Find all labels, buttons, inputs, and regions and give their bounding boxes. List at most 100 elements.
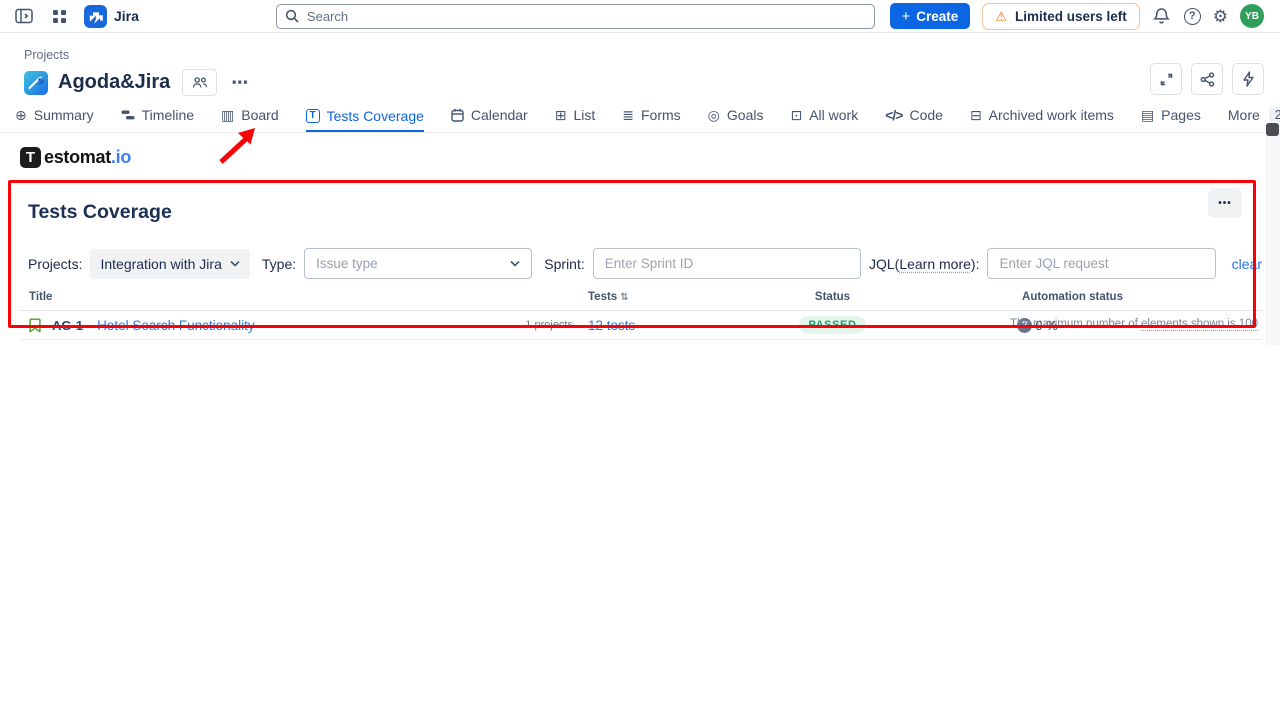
calendar-icon bbox=[451, 108, 464, 122]
jira-home-link[interactable]: Jira bbox=[84, 5, 139, 28]
testomat-logo-tld: .io bbox=[111, 147, 131, 167]
warning-icon: ⚠ bbox=[995, 10, 1007, 23]
timeline-icon bbox=[121, 109, 135, 121]
jql-filter-label: JQL(Learn more): bbox=[869, 256, 980, 272]
issue-type-placeholder: Issue type bbox=[316, 256, 378, 271]
tab-forms[interactable]: ≣ Forms bbox=[622, 107, 680, 132]
tab-list[interactable]: ⊞ List bbox=[555, 107, 596, 132]
sort-icon: ⇅ bbox=[620, 292, 628, 303]
panel-more-button[interactable]: ••• bbox=[1208, 188, 1242, 218]
tab-summary[interactable]: ⊕ Summary bbox=[15, 107, 94, 132]
help-icon[interactable]: ? bbox=[1184, 8, 1201, 25]
projects-filter-label: Projects: bbox=[28, 256, 82, 272]
issue-type-select[interactable]: Issue type bbox=[304, 248, 532, 279]
sprint-input[interactable] bbox=[593, 248, 861, 279]
issue-title-link[interactable]: Hotel Search Functionality bbox=[97, 318, 255, 333]
page-title-project: Agoda&Jira bbox=[58, 71, 170, 94]
bookmark-icon bbox=[29, 318, 41, 333]
list-icon: ⊞ bbox=[555, 108, 567, 122]
column-header-status: Status bbox=[725, 291, 940, 303]
all-work-icon: ⊡ bbox=[790, 108, 802, 122]
code-icon: </> bbox=[885, 108, 902, 122]
share-icon bbox=[1200, 72, 1215, 87]
projects-dropdown[interactable]: Integration with Jira bbox=[90, 249, 249, 279]
expand-button[interactable] bbox=[1150, 63, 1182, 95]
people-icon bbox=[192, 76, 208, 89]
iframe-scrollbar-thumb[interactable] bbox=[1266, 123, 1279, 136]
tests-cell: 12 tests bbox=[575, 318, 725, 333]
limited-users-label: Limited users left bbox=[1015, 9, 1127, 24]
automation-button[interactable] bbox=[1232, 63, 1264, 95]
tab-timeline[interactable]: Timeline bbox=[121, 107, 194, 132]
column-header-automation-status: Automation status bbox=[940, 291, 1205, 303]
chevron-down-icon bbox=[230, 260, 240, 267]
status-badge: PASSED bbox=[799, 316, 865, 334]
testomat-logo-icon: T bbox=[20, 147, 41, 168]
tab-tests-coverage[interactable]: T Tests Coverage bbox=[306, 108, 424, 133]
app-name: Jira bbox=[114, 8, 139, 24]
testomat-logo: T estomat.io bbox=[20, 147, 131, 168]
tab-code[interactable]: </> Code bbox=[885, 107, 943, 132]
projects-dropdown-value: Integration with Jira bbox=[100, 256, 221, 272]
tab-all-work[interactable]: ⊡ All work bbox=[790, 107, 858, 132]
panel-title: Tests Coverage bbox=[28, 201, 1280, 224]
app-switcher-icon[interactable] bbox=[49, 6, 69, 26]
column-header-tests[interactable]: Tests⇅ bbox=[575, 291, 725, 303]
type-filter-label: Type: bbox=[262, 256, 296, 272]
project-more-icon[interactable]: ⋯ bbox=[227, 73, 253, 93]
automation-percent: 0 % bbox=[1035, 318, 1057, 333]
iframe-scrollbar-track[interactable] bbox=[1265, 122, 1280, 345]
tests-count-link[interactable]: 12 tests bbox=[588, 318, 635, 333]
create-button[interactable]: + Create bbox=[890, 3, 971, 29]
archive-icon: ⊟ bbox=[970, 108, 982, 122]
plus-icon: + bbox=[902, 9, 911, 24]
topbar-right-group: + Create ⚠ Limited users left ? ⚙ YB bbox=[890, 3, 1264, 30]
notifications-bell-icon[interactable] bbox=[1152, 6, 1172, 26]
sidebar-toggle-icon[interactable] bbox=[14, 6, 34, 26]
tab-archived-work-items[interactable]: ⊟ Archived work items bbox=[970, 107, 1114, 132]
projects-count: 1 projects bbox=[525, 319, 573, 331]
testomat-app-header: T estomat.io bbox=[0, 133, 1280, 168]
project-members-button[interactable] bbox=[182, 69, 217, 96]
more-count-badge: 2 bbox=[1269, 107, 1280, 123]
settings-gear-icon[interactable]: ⚙ bbox=[1213, 8, 1228, 25]
sprint-filter-label: Sprint: bbox=[544, 256, 584, 272]
tab-pages[interactable]: ▤ Pages bbox=[1141, 107, 1201, 132]
tab-goals[interactable]: ◎ Goals bbox=[708, 107, 764, 132]
forms-icon: ≣ bbox=[622, 108, 634, 122]
board-icon: ▥ bbox=[221, 108, 234, 122]
global-search bbox=[276, 4, 875, 29]
globe-icon: ⊕ bbox=[15, 108, 27, 122]
tab-calendar[interactable]: Calendar bbox=[451, 107, 528, 132]
user-avatar[interactable]: YB bbox=[1240, 4, 1264, 28]
search-input[interactable] bbox=[276, 4, 875, 29]
filters-row: Projects: Integration with Jira Type: Is… bbox=[28, 248, 1262, 279]
pages-icon: ▤ bbox=[1141, 108, 1154, 122]
limited-users-button[interactable]: ⚠ Limited users left bbox=[982, 3, 1139, 30]
question-circle-icon[interactable]: ? bbox=[1017, 318, 1032, 333]
create-button-label: Create bbox=[916, 9, 958, 24]
testomat-logo-word: estomat bbox=[44, 147, 111, 167]
clear-filters-link[interactable]: clear bbox=[1232, 256, 1262, 272]
goals-icon: ◎ bbox=[708, 108, 720, 122]
automation-status-cell: ? 0 % bbox=[940, 318, 1205, 333]
tests-coverage-icon: T bbox=[306, 109, 320, 123]
breadcrumb[interactable]: Projects bbox=[24, 48, 69, 62]
title-cell: AG-1 Hotel Search Functionality 1 projec… bbox=[20, 318, 575, 333]
header-actions bbox=[1150, 63, 1264, 95]
project-title-row: Agoda&Jira ⋯ bbox=[24, 69, 1280, 96]
share-button[interactable] bbox=[1191, 63, 1223, 95]
lightning-icon bbox=[1242, 71, 1255, 87]
chevron-down-icon bbox=[510, 260, 520, 267]
issue-key[interactable]: AG-1 bbox=[52, 318, 83, 333]
jira-logo-icon bbox=[84, 5, 107, 28]
learn-more-link[interactable]: Learn more bbox=[899, 256, 971, 272]
column-header-title: Title bbox=[20, 291, 575, 303]
project-avatar bbox=[24, 71, 48, 95]
coverage-table: Title Tests⇅ Status Automation status AG… bbox=[20, 285, 1262, 340]
project-tabs: ⊕ Summary Timeline ▥ Board T Tests Cover… bbox=[0, 96, 1280, 133]
jql-input[interactable] bbox=[987, 248, 1215, 279]
status-cell: PASSED bbox=[725, 316, 940, 334]
tab-board[interactable]: ▥ Board bbox=[221, 107, 279, 132]
search-icon bbox=[285, 9, 299, 23]
